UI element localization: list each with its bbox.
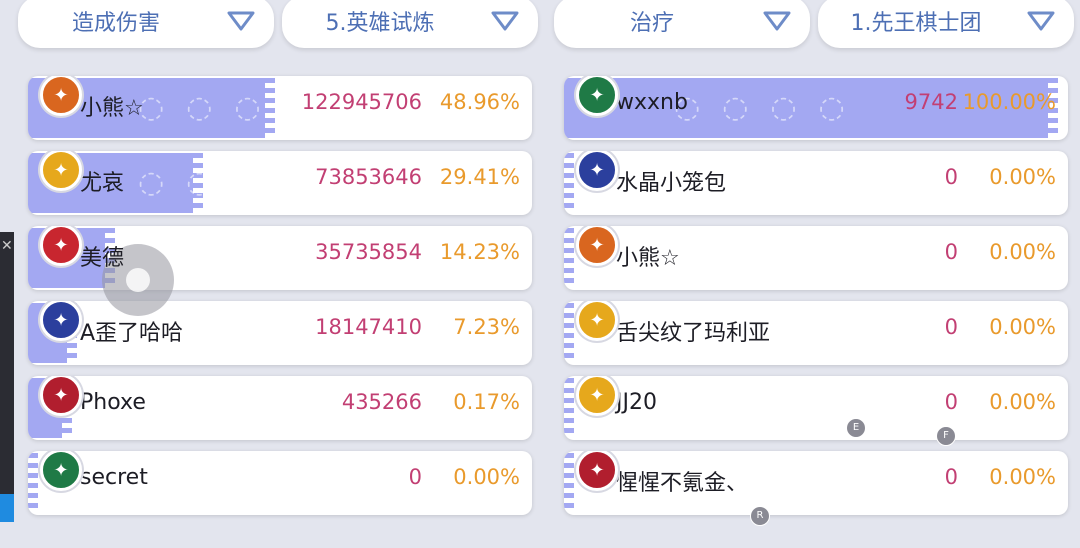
leaf-sigil-icon: ✦ [40,451,82,491]
player-name: 小熊☆ [80,96,144,121]
stat-percent: 48.96% [439,90,520,114]
chevron-down-icon [1027,11,1055,31]
stat-percent: 100.00% [962,90,1056,114]
wing-sigil-icon: ✦ [40,376,82,416]
damage-type-dropdown[interactable]: 造成伤害 [18,0,274,48]
damage-row[interactable]: ✦ A歪了哈哈 18147410 7.23% [28,301,532,365]
stat-value: 122945706 [301,90,422,114]
chevron-down-icon [491,11,519,31]
stat-value: 18147410 [315,315,422,339]
chevron-down-icon [763,11,791,31]
player-name: A歪了哈哈 [80,321,184,346]
stat-value: 0 [408,465,422,489]
damage-row[interactable]: ✦ secret 0 0.00% [28,451,532,515]
player-name: 舌尖纹了玛利亚 [616,321,771,346]
stat-percent: 14.23% [439,240,520,264]
key-f-button[interactable]: F [936,426,956,446]
close-icon[interactable]: ✕ [1,238,13,254]
stat-percent: 0.00% [453,465,520,489]
healing-type-dropdown[interactable]: 治疗 [554,0,810,48]
healing-scope-label: 1.先王棋士团 [850,11,982,36]
healing-type-label: 治疗 [629,11,674,36]
side-toolbar: ✕ [0,232,14,522]
healing-row[interactable]: ✦ 舌尖纹了玛利亚 0 0.00% [564,301,1068,365]
stat-value: 0 [944,465,958,489]
healing-row[interactable]: ✦ 小熊☆ 0 0.00% [564,226,1068,290]
damage-panel: 造成伤害 5.英雄试炼 ◌◌◌◌ ✦ 小熊☆ 122945706 48.96% ◌◌◌◌ ✦… [14,0,538,548]
flame-sigil-icon: ✦ [576,226,618,266]
healing-row[interactable]: ✦ 惺惺不氪金、 0 0.00% [564,451,1068,515]
stat-value: 0 [944,390,958,414]
healing-panel: 治疗 1.先王棋士团 ◌◌◌◌ ✦ wxxnb 9742 100.00% ✦ 水晶小笼包 0 0… [550,0,1074,548]
player-name: 美德 [80,246,125,271]
stat-value: 35735854 [315,240,422,264]
player-name: 尤哀 [80,171,125,196]
key-e-button[interactable]: E [846,418,866,438]
book-sigil-icon: ✦ [576,151,618,191]
flame-sigil-icon: ✦ [40,76,82,116]
stat-value: 0 [944,240,958,264]
player-name: 水晶小笼包 [616,171,727,196]
player-name: 小熊☆ [616,246,680,271]
lightning-sigil-icon: ✦ [40,151,82,191]
healing-row[interactable]: ✦ 水晶小笼包 0 0.00% [564,151,1068,215]
damage-row[interactable]: ◌◌◌◌ ✦ 尤哀 73853646 29.41% [28,151,532,215]
stat-percent: 0.17% [453,390,520,414]
joystick-knob[interactable] [126,268,150,292]
cat-watermark-icon: ◌◌◌◌ [138,165,331,200]
stat-value: 0 [944,315,958,339]
stat-percent: 0.00% [989,165,1056,189]
sword-sigil-icon: ✦ [576,376,618,416]
healing-row[interactable]: ◌◌◌◌ ✦ wxxnb 9742 100.00% [564,76,1068,140]
book-sigil-icon: ✦ [40,301,82,341]
healing-scope-dropdown[interactable]: 1.先王棋士团 [818,0,1074,48]
stat-percent: 0.00% [989,390,1056,414]
stat-percent: 0.00% [989,465,1056,489]
damage-scope-label: 5.英雄试炼 [325,11,435,36]
crown-sigil-icon: ✦ [40,226,82,266]
damage-scope-dropdown[interactable]: 5.英雄试炼 [282,0,538,48]
leaf-sigil-icon: ✦ [576,76,618,116]
lightning-sigil-icon: ✦ [576,301,618,341]
player-name: 惺惺不氪金、 [616,471,749,496]
stat-percent: 7.23% [453,315,520,339]
cat-watermark-icon: ◌◌◌◌ [674,90,867,125]
gate-sigil-icon: ✦ [576,451,618,491]
player-name: JJ20 [616,390,657,415]
side-toolbar-button[interactable] [0,494,14,522]
stat-value: 73853646 [315,165,422,189]
healing-row[interactable]: ✦ JJ20 0 0.00% [564,376,1068,440]
player-name: Phoxe [80,390,146,415]
damage-type-label: 造成伤害 [71,11,160,36]
chevron-down-icon [227,11,255,31]
player-name: secret [80,465,148,490]
stat-value: 0 [944,165,958,189]
damage-row[interactable]: ✦ Phoxe 435266 0.17% [28,376,532,440]
stat-percent: 29.41% [439,165,520,189]
stat-percent: 0.00% [989,315,1056,339]
damage-row[interactable]: ◌◌◌◌ ✦ 小熊☆ 122945706 48.96% [28,76,532,140]
stat-value: 435266 [341,390,422,414]
stat-percent: 0.00% [989,240,1056,264]
key-r-button[interactable]: R [750,506,770,526]
stat-value: 9742 [904,90,958,114]
player-name: wxxnb [616,90,688,115]
